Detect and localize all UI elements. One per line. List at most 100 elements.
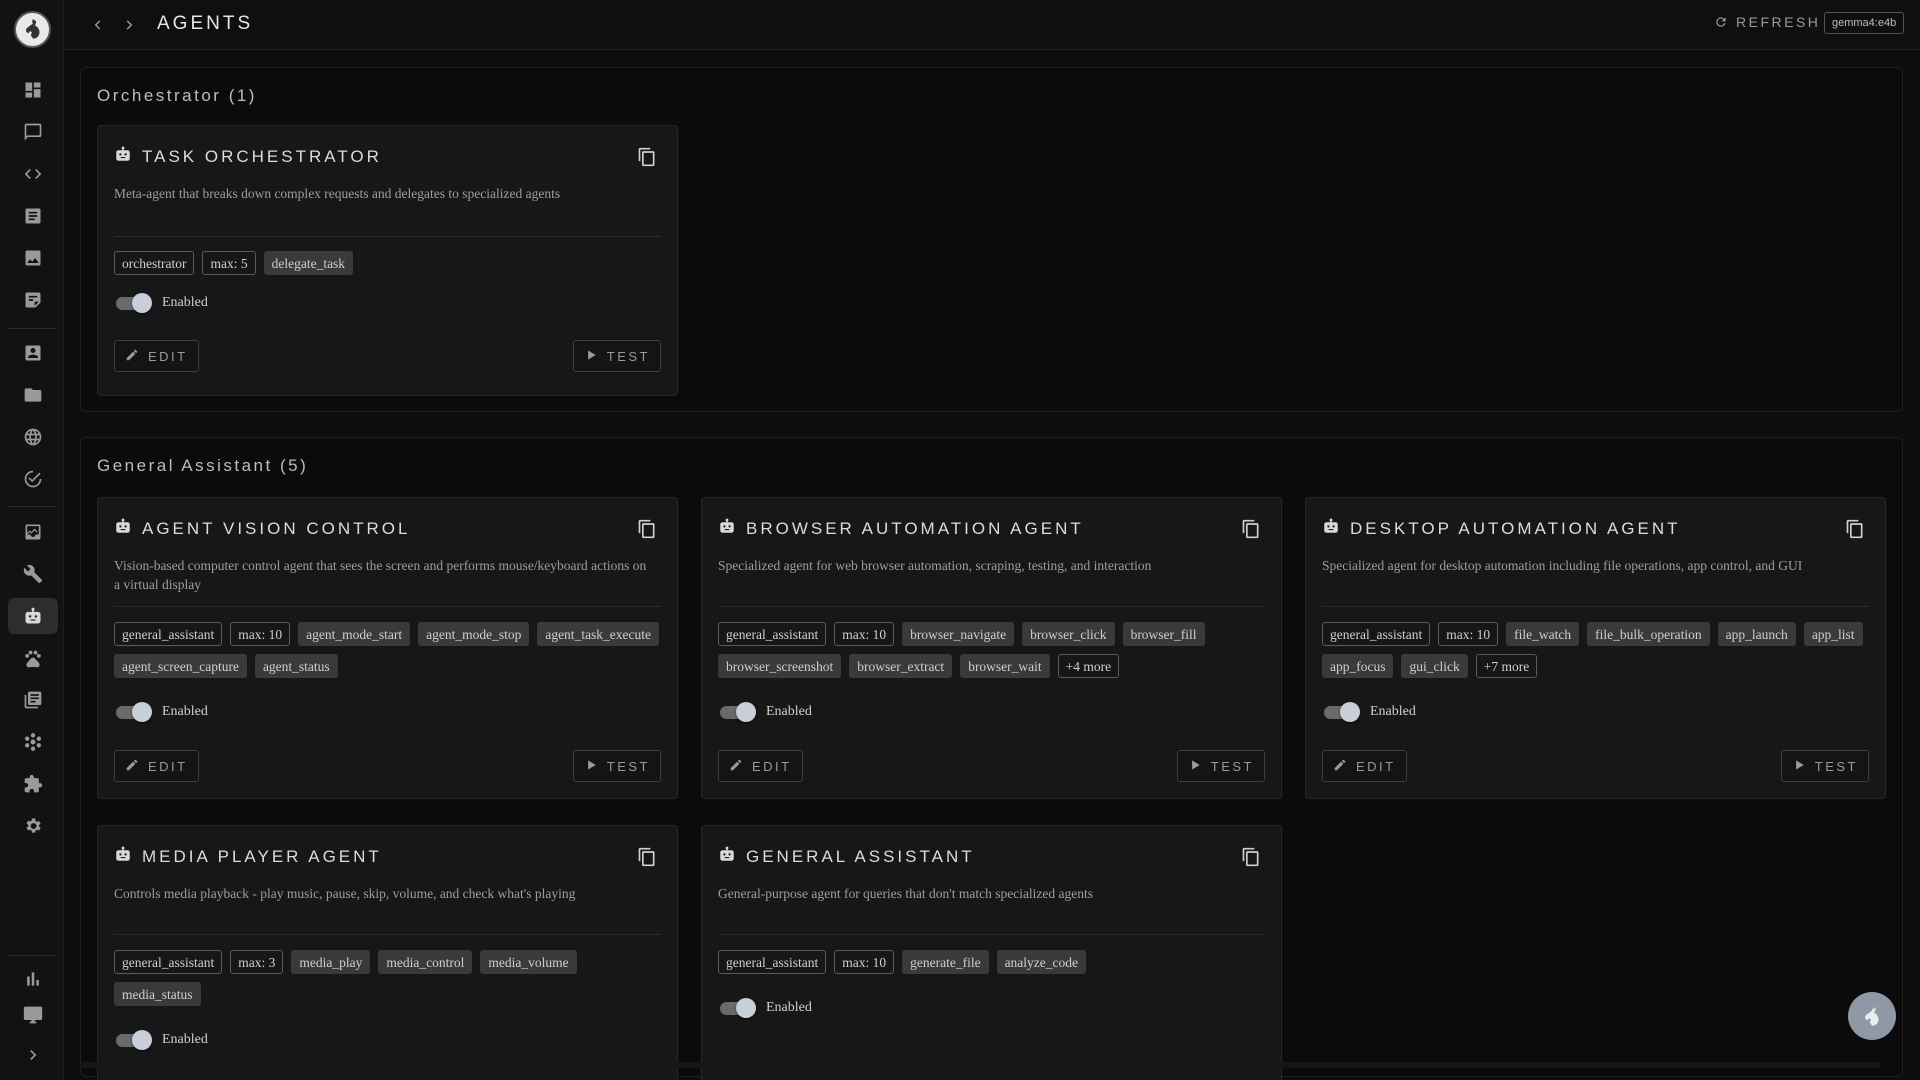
enabled-toggle[interactable]: [718, 702, 756, 722]
cluster-icon[interactable]: [8, 724, 58, 760]
enabled-label: Enabled: [162, 1032, 208, 1047]
unicorn-logo-icon: [25, 18, 39, 39]
pencil-icon: [125, 348, 139, 365]
enabled-toggle[interactable]: [114, 1030, 152, 1050]
copy-icon[interactable]: [637, 147, 657, 167]
card-description: Controls media playback - play music, pa…: [114, 886, 576, 901]
tag-chip: media_status: [114, 982, 201, 1006]
tag-chip: general_assistant: [114, 622, 223, 646]
test-button[interactable]: TEST: [1176, 750, 1265, 782]
back-button[interactable]: [87, 14, 109, 36]
more-tags-chip[interactable]: +7 more: [1475, 654, 1538, 678]
tag-list: general_assistant max: 10 agent_mode_start…: [114, 622, 662, 678]
card-header: BROWSER AUTOMATION AGENT: [718, 517, 1084, 540]
puzzle-icon[interactable]: [8, 766, 58, 802]
tag-list: general_assistant max: 10 file_watch file_b…: [1322, 622, 1870, 678]
card-description: Vision-based computer control agent that…: [114, 558, 647, 592]
test-button[interactable]: TEST: [572, 750, 661, 782]
card-description: General-purpose agent for queries that d…: [718, 886, 1094, 901]
enabled-label: Enabled: [162, 704, 208, 719]
dashboard-icon[interactable]: [8, 72, 58, 108]
card-title: GENERAL ASSISTANT: [746, 846, 975, 866]
test-label: TEST: [606, 758, 650, 774]
card-divider: [114, 236, 661, 237]
copy-icon[interactable]: [1241, 847, 1261, 867]
edit-button[interactable]: EDIT: [114, 340, 199, 372]
card-divider: [718, 934, 1265, 935]
play-icon: [1792, 758, 1806, 775]
card-header: DESKTOP AUTOMATION AGENT: [1322, 517, 1681, 540]
edit-label: EDIT: [148, 758, 188, 774]
chevron-right-icon: [126, 20, 133, 30]
edit-button[interactable]: EDIT: [718, 750, 803, 782]
test-button[interactable]: TEST: [572, 340, 661, 372]
wrench-icon[interactable]: [8, 556, 58, 592]
tag-list: general_assistant max: 10 browser_navigate…: [718, 622, 1266, 678]
more-tags-chip[interactable]: +4 more: [1057, 654, 1120, 678]
tag-chip: file_bulk_operation: [1587, 622, 1710, 646]
code-icon[interactable]: [8, 156, 58, 192]
tag-chip: analyze_code: [996, 950, 1087, 974]
tag-chip: agent_screen_capture: [114, 654, 247, 678]
tag-chip: browser_wait: [960, 654, 1050, 678]
refresh-label: REFRESH: [1736, 14, 1821, 30]
copy-icon[interactable]: [1241, 519, 1261, 539]
contacts-icon[interactable]: [8, 335, 58, 371]
chat-icon[interactable]: [8, 114, 58, 150]
folder-icon[interactable]: [8, 377, 58, 413]
pencil-icon: [125, 758, 139, 775]
agent-card: DESKTOP AUTOMATION AGENT Specialized age…: [1305, 497, 1886, 799]
inbox-icon[interactable]: [8, 514, 58, 550]
card-divider: [114, 934, 661, 935]
tag-chip: browser_extract: [849, 654, 953, 678]
tag-chip: file_watch: [1506, 622, 1580, 646]
tag-list: general_assistant max: 10 generate_file ana…: [718, 950, 1266, 974]
notes-icon[interactable]: [8, 282, 58, 318]
enabled-toggle[interactable]: [1322, 702, 1360, 722]
card-title: MEDIA PLAYER AGENT: [142, 846, 382, 866]
robot-icon[interactable]: [8, 598, 58, 634]
edit-button[interactable]: EDIT: [1322, 750, 1407, 782]
enabled-toggle[interactable]: [114, 702, 152, 722]
copy-icon[interactable]: [1845, 519, 1865, 539]
refresh-button[interactable]: REFRESH: [1714, 14, 1820, 30]
enabled-toggle[interactable]: [718, 998, 756, 1018]
tag-chip: browser_click: [1022, 622, 1115, 646]
test-button[interactable]: TEST: [1780, 750, 1869, 782]
check-circle-icon[interactable]: [8, 461, 58, 497]
monitor-icon[interactable]: [8, 997, 58, 1033]
agent-card: AGENT VISION CONTROL Vision-based comput…: [97, 497, 678, 799]
paw-icon[interactable]: [8, 640, 58, 676]
top-bar: AGENTS REFRESH gemma4:e4b: [64, 0, 1920, 50]
expand-icon[interactable]: [8, 1037, 58, 1073]
unicorn-icon: [1865, 1006, 1879, 1026]
enabled-toggle-row: Enabled: [718, 998, 812, 1018]
chevron-left-icon: [94, 20, 101, 30]
tag-list: orchestrator max: 5 delegate_task: [114, 251, 662, 275]
globe-icon[interactable]: [8, 419, 58, 455]
copy-icon[interactable]: [637, 519, 657, 539]
bar-chart-icon[interactable]: [8, 961, 58, 997]
section-orchestrator: Orchestrator (1) TASK ORCHESTRATOR Meta-…: [80, 67, 1903, 412]
forward-button[interactable]: [118, 14, 140, 36]
section-general-assistant: General Assistant (5) AGENT VISION CONTR…: [80, 437, 1903, 1080]
document-icon[interactable]: [8, 198, 58, 234]
library-icon[interactable]: [8, 682, 58, 718]
pencil-icon: [1333, 758, 1347, 775]
image-icon[interactable]: [8, 240, 58, 276]
gear-icon[interactable]: [8, 808, 58, 844]
tag-chip: max: 10: [834, 950, 895, 974]
enabled-toggle[interactable]: [114, 293, 152, 313]
copy-icon[interactable]: [637, 847, 657, 867]
edit-button[interactable]: EDIT: [114, 750, 199, 782]
page-title: AGENTS: [157, 13, 254, 34]
sidebar: [0, 0, 64, 1080]
robot-icon: [114, 145, 132, 168]
app-logo[interactable]: [14, 11, 51, 48]
robot-icon: [114, 517, 132, 540]
enabled-toggle-row: Enabled: [718, 702, 812, 722]
model-badge[interactable]: gemma4:e4b: [1824, 12, 1905, 34]
tag-chip: app_list: [1803, 622, 1863, 646]
refresh-icon: [1716, 17, 1726, 27]
assistant-fab-button[interactable]: [1848, 992, 1896, 1040]
